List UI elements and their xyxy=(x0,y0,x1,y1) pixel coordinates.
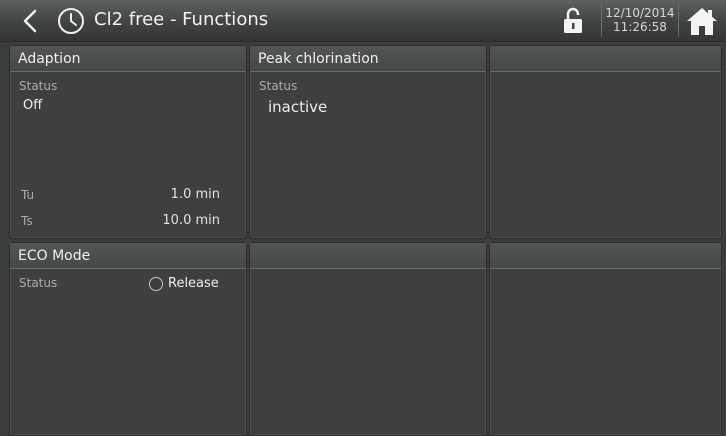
empty-panel-bottom-right xyxy=(489,242,722,436)
ts-value: 10.0 min xyxy=(162,213,220,228)
page-title: Cl2 free - Functions xyxy=(94,9,269,30)
ts-label: Ts xyxy=(21,214,33,228)
adaption-status-value: Off xyxy=(23,98,43,113)
adaption-title: Adaption xyxy=(10,46,246,72)
unlock-icon[interactable] xyxy=(562,6,584,36)
date-text: 12/10/2014 xyxy=(605,6,675,20)
back-chevron-icon[interactable] xyxy=(16,6,46,36)
empty-panel-header xyxy=(490,46,721,72)
eco-mode-panel[interactable]: ECO Mode Status Release xyxy=(9,242,247,436)
time-text: 11:26:58 xyxy=(613,20,667,34)
peak-chlorination-title: Peak chlorination xyxy=(250,46,486,72)
empty-panel-bottom-middle xyxy=(249,242,487,436)
peak-status-label: Status xyxy=(259,79,298,93)
adaption-status-label: Status xyxy=(19,79,58,93)
top-bar: Cl2 free - Functions 12/10/2014 11:26:58 xyxy=(0,0,726,42)
release-radio[interactable] xyxy=(149,277,163,291)
peak-status-value: inactive xyxy=(268,98,328,116)
tu-label: Tu xyxy=(21,188,35,202)
tu-value: 1.0 min xyxy=(170,187,220,202)
eco-status-label: Status xyxy=(19,276,58,290)
release-radio-label[interactable]: Release xyxy=(168,276,219,291)
peak-chlorination-panel[interactable]: Peak chlorination Status inactive xyxy=(249,45,487,239)
adaption-panel[interactable]: Adaption Status Off Tu 1.0 min Ts 10.0 m… xyxy=(9,45,247,239)
empty-panel-top-right xyxy=(489,45,722,239)
clock-icon xyxy=(58,8,84,34)
home-icon[interactable] xyxy=(684,4,720,38)
eco-mode-title: ECO Mode xyxy=(10,243,246,269)
empty-panel-header xyxy=(250,243,486,269)
datetime-display: 12/10/2014 11:26:58 xyxy=(601,3,679,37)
empty-panel-header xyxy=(490,243,721,269)
